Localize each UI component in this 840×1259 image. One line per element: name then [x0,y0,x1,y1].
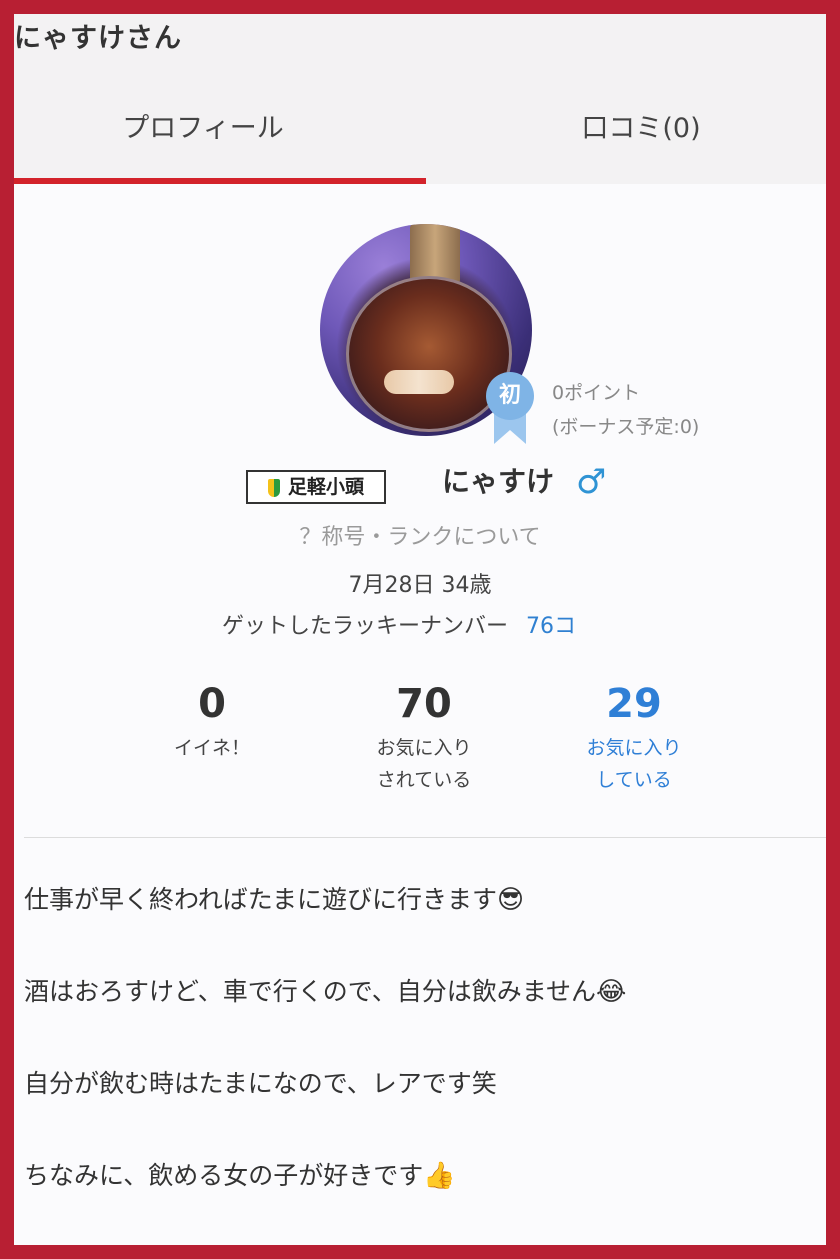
stat-favorited-by-value: 70 [396,681,452,727]
beginner-badge-icon: 初 [486,372,534,444]
stat-favorited-by[interactable]: 70 お気に入り されている [324,682,524,796]
male-icon: ♂ [576,462,607,502]
lucky-number-row: ゲットしたラッキーナンバー 76コ [222,608,576,640]
stat-likes-label: イイネ！ [112,732,312,764]
active-tab-indicator [14,178,426,184]
stat-favoriting-label-line1: お気に入り [586,737,682,759]
username: にゃすけ [442,465,555,498]
rank-info-link[interactable]: ？称号・ランクについて [14,519,826,551]
stat-likes-label-line1: イイネ！ [173,737,250,759]
bio-line-text: 仕事が早く終わればたまに遊びに行きます [24,885,498,914]
tab-profile[interactable]: プロフィール [14,106,406,145]
lucky-number-label: ゲットしたラッキーナンバー [222,614,509,639]
bio-line-text: 自分が飲む時はたまになので、レアです笑 [24,1069,497,1098]
tears-of-joy-emoji-icon: 😂 [596,977,627,1007]
birthday-age: 7月28日 34歳 [348,573,492,598]
stat-favoriting-label-line2: している [596,769,672,791]
avatar-bottle-neck [410,224,460,284]
stat-favorited-by-label-line2: されている [376,769,472,791]
stat-favoriting-label: お気に入り している [534,732,734,796]
beginner-badge-label: 初 [486,372,534,420]
stat-likes[interactable]: 0 イイネ！ [112,682,312,764]
stat-likes-value: 0 [198,681,226,727]
bio-line-text: 酒はおろすけど、車で行くので、自分は飲みません [24,977,597,1006]
stat-favoriting-value: 29 [606,681,662,727]
stat-favorited-by-label: お気に入り されている [324,732,524,796]
bio-line: 自分が飲む時はたまになので、レアです笑 [24,1064,497,1100]
points-value: 0ポイント [552,382,641,404]
thumbs-up-emoji-icon: 👍 [423,1161,456,1191]
lucky-number-count[interactable]: 76コ [526,614,576,639]
rank-title: 足軽小頭 [287,476,364,498]
rank-badge: 足軽小頭 [246,470,386,504]
app-frame: にゃすけさん プロフィール 口コミ(0) 初 0ポイント (ボーナス予定:0) … [14,14,826,1245]
avatar-bottle-label [384,370,454,394]
bonus-value: (ボーナス予定:0) [552,416,700,438]
bio-line-text: ちなみに、飲める女の子が好きです [24,1161,424,1190]
tab-reviews[interactable]: 口コミ(0) [438,106,826,145]
stat-favorited-by-label-line1: お気に入り [376,737,472,759]
beginner-leaf-icon [267,479,280,497]
section-divider [24,837,826,838]
header: にゃすけさん プロフィール 口コミ(0) [14,14,826,184]
page-title: にゃすけさん [14,23,182,54]
bio-line: ちなみに、飲める女の子が好きです👍 [24,1156,456,1192]
bio-line: 仕事が早く終わればたまに遊びに行きます😎 [24,880,524,916]
points-info: 0ポイント (ボーナス予定:0) [552,376,699,444]
bio-line: 酒はおろすけど、車で行くので、自分は飲みません😂 [24,972,626,1008]
sunglasses-emoji-icon: 😎 [497,885,525,915]
stat-favoriting[interactable]: 29 お気に入り している [534,682,734,796]
